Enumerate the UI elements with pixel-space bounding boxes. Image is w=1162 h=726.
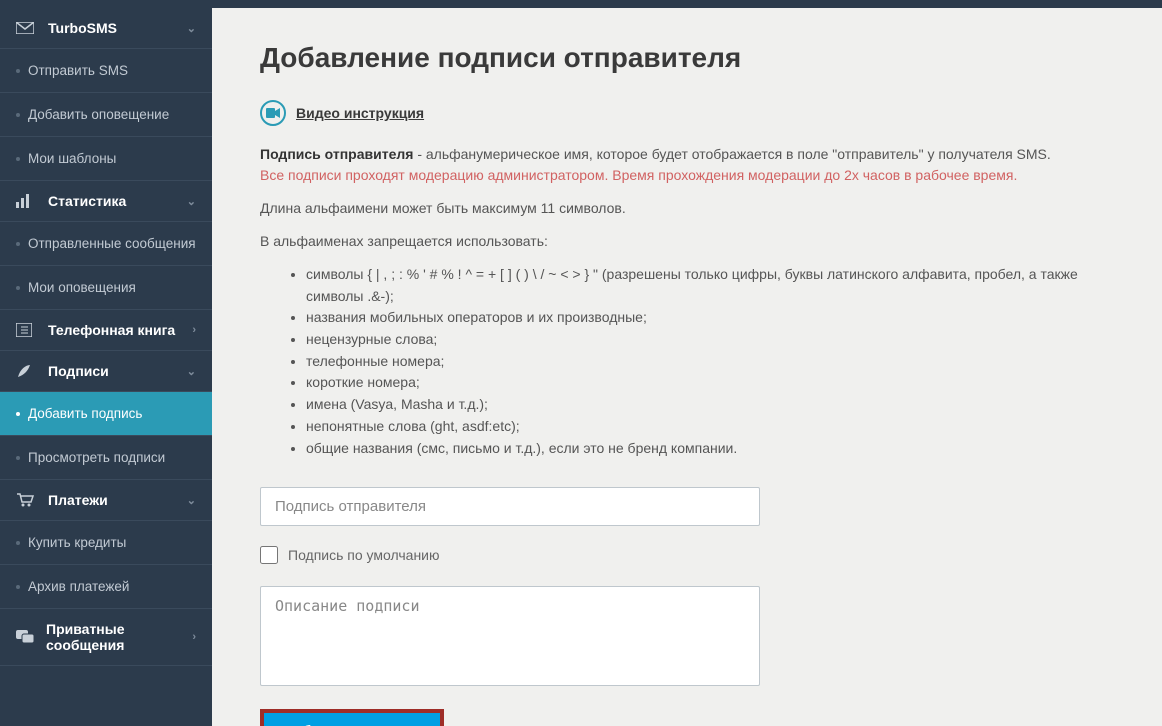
nav-item[interactable]: Добавить оповещение	[0, 92, 212, 136]
description-bold: Подпись отправителя	[260, 146, 413, 162]
chart-icon	[16, 194, 38, 208]
add-signature-button[interactable]: Добавить подпись	[264, 713, 440, 726]
nav-item[interactable]: Отправленные сообщения	[0, 221, 212, 265]
nav-section-label: Статистика	[48, 193, 126, 209]
submit-highlight: Добавить подпись	[260, 709, 444, 726]
nav-section-подписи[interactable]: Подписи ⌄	[0, 351, 212, 391]
rule-item: телефонные номера;	[306, 351, 1122, 373]
video-icon	[260, 100, 286, 126]
nav-item[interactable]: Купить кредиты	[0, 520, 212, 564]
rule-item: общие названия (смс, письмо и т.д.), есл…	[306, 438, 1122, 460]
nav-item[interactable]: Просмотреть подписи	[0, 435, 212, 479]
nav-item[interactable]: Мои оповещения	[0, 265, 212, 309]
nav-item[interactable]: Архив платежей	[0, 564, 212, 608]
book-icon	[16, 323, 38, 337]
nav-section-приватные-сообщения[interactable]: Приватные сообщения›	[0, 609, 212, 665]
default-signature-label[interactable]: Подпись по умолчанию	[288, 547, 440, 563]
default-signature-checkbox[interactable]	[260, 546, 278, 564]
feather-icon	[16, 363, 38, 379]
signature-description-textarea[interactable]	[260, 586, 760, 686]
main-content: Добавление подписи отправителя Видео инс…	[212, 0, 1162, 726]
nav-section-label: TurboSMS	[48, 20, 117, 36]
envelope-icon	[16, 22, 38, 34]
cart-icon	[16, 493, 38, 507]
nav-section-label: Подписи	[48, 363, 109, 379]
nav-section-label: Приватные сообщения	[46, 621, 192, 653]
nav-section-статистика[interactable]: Статистика ⌄	[0, 181, 212, 221]
rule-item: нецензурные слова;	[306, 329, 1122, 351]
nav-item[interactable]: Мои шаблоны	[0, 136, 212, 180]
rule-item: символы { | , ; : % ' # % ! ^ = + [ ] ( …	[306, 264, 1122, 307]
video-instruction-row: Видео инструкция	[260, 100, 1122, 126]
nav-section-label: Платежи	[48, 492, 108, 508]
length-note: Длина альфаимени может быть максимум 11 …	[260, 198, 1122, 219]
nav-section-телефонная-книга[interactable]: Телефонная книга ›	[0, 310, 212, 350]
rule-item: названия мобильных операторов и их произ…	[306, 307, 1122, 329]
rules-list: символы { | , ; : % ' # % ! ^ = + [ ] ( …	[306, 264, 1122, 459]
video-instruction-link[interactable]: Видео инструкция	[296, 105, 424, 121]
chevron-down-icon: ⌄	[187, 365, 196, 378]
description-rest: - альфанумерическое имя, которое будет о…	[413, 146, 1050, 162]
nav-item[interactable]: Добавить подпись	[0, 391, 212, 435]
nav-section-turbosms[interactable]: TurboSMS ⌄	[0, 8, 212, 48]
rule-item: непонятные слова (ght, asdf:etc);	[306, 416, 1122, 438]
chevron-right-icon: ›	[192, 324, 196, 336]
nav-section-платежи[interactable]: Платежи ⌄	[0, 480, 212, 520]
rule-item: короткие номера;	[306, 372, 1122, 394]
chevron-right-icon: ›	[192, 631, 196, 643]
moderation-warning: Все подписи проходят модерацию администр…	[260, 165, 1122, 186]
chevron-down-icon: ⌄	[187, 494, 196, 507]
rule-item: имена (Vasya, Masha и т.д.);	[306, 394, 1122, 416]
page-title: Добавление подписи отправителя	[260, 42, 1122, 74]
chevron-down-icon: ⌄	[187, 22, 196, 35]
chat-icon	[16, 630, 36, 644]
rules-intro: В альфаименах запрещается использовать:	[260, 231, 1122, 252]
sidebar: TurboSMS ⌄ Отправить SMSДобавить оповещени…	[0, 0, 212, 726]
top-bar	[0, 0, 1162, 8]
sender-signature-input[interactable]	[260, 487, 760, 526]
chevron-down-icon: ⌄	[187, 195, 196, 208]
nav-item[interactable]: Отправить SMS	[0, 48, 212, 92]
nav-section-label: Телефонная книга	[48, 322, 175, 338]
description-text: Подпись отправителя - альфанумерическое …	[260, 144, 1122, 165]
